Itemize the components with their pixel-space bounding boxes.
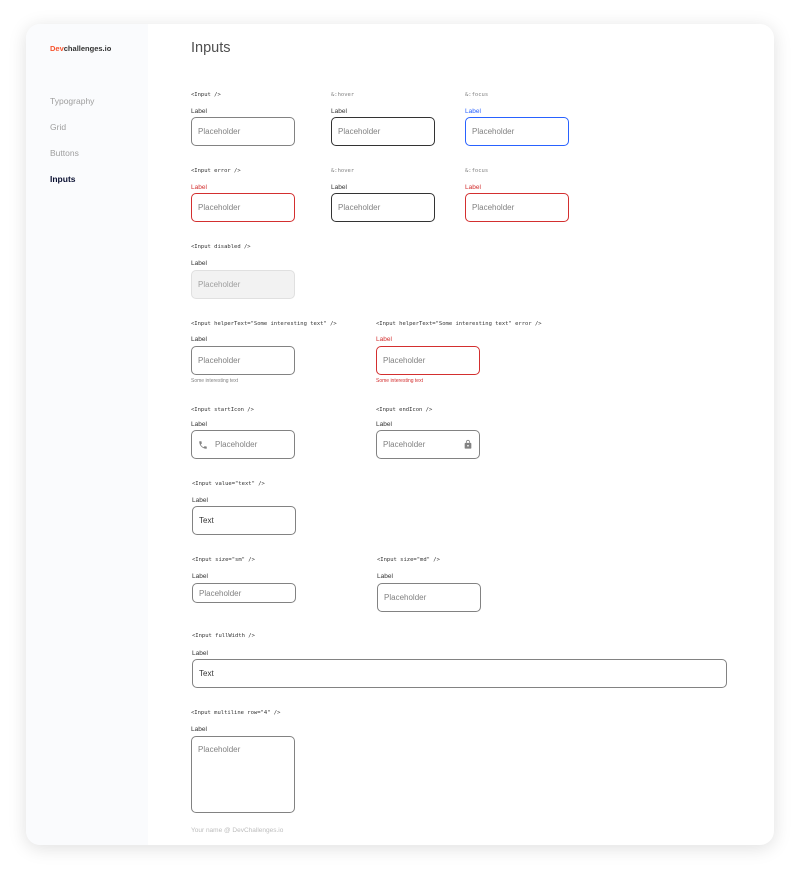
code-start-icon: <Input startIcon /> bbox=[191, 407, 254, 413]
input-placeholder: Placeholder bbox=[338, 127, 381, 136]
code-error-hover: &:hover bbox=[331, 168, 355, 174]
input-focus[interactable]: Placeholder bbox=[465, 117, 569, 146]
input-placeholder: Placeholder bbox=[472, 127, 515, 136]
input-end-icon[interactable]: Placeholder bbox=[376, 430, 480, 459]
code-helper: <Input helperText="Some interesting text… bbox=[191, 321, 337, 327]
input-value-text: Text bbox=[199, 669, 214, 678]
label-size-md: Label bbox=[377, 573, 393, 580]
sidebar: Devchallenges.io Typography Grid Buttons… bbox=[26, 24, 148, 845]
label-error-focus: Label bbox=[465, 184, 481, 191]
label-focus: Label bbox=[465, 108, 481, 115]
input-default[interactable]: Placeholder bbox=[191, 117, 295, 146]
code-helper-error: <Input helperText="Some interesting text… bbox=[376, 321, 542, 327]
sidebar-item-buttons[interactable]: Buttons bbox=[50, 148, 79, 158]
input-placeholder: Placeholder bbox=[383, 356, 426, 365]
input-value[interactable]: Text bbox=[192, 506, 296, 535]
code-hover: &:hover bbox=[331, 92, 355, 98]
page-title: Inputs bbox=[191, 40, 231, 56]
code-focus: &:focus bbox=[465, 92, 489, 98]
code-disabled: <Input disabled /> bbox=[191, 244, 251, 250]
code-error: <Input error /> bbox=[191, 168, 241, 174]
input-hover[interactable]: Placeholder bbox=[331, 117, 435, 146]
label-error-hover: Label bbox=[331, 184, 347, 191]
sidebar-item-inputs[interactable]: Inputs bbox=[50, 174, 76, 184]
sidebar-item-grid[interactable]: Grid bbox=[50, 122, 66, 132]
input-disabled: Placeholder bbox=[191, 270, 295, 299]
input-multiline[interactable]: Placeholder bbox=[191, 736, 295, 813]
input-helper-error[interactable]: Placeholder bbox=[376, 346, 480, 375]
input-placeholder: Placeholder bbox=[215, 440, 258, 449]
label-helper: Label bbox=[191, 336, 207, 343]
label-start-icon: Label bbox=[191, 421, 207, 428]
label-default: Label bbox=[191, 108, 207, 115]
input-value-text: Text bbox=[199, 516, 214, 525]
code-value: <Input value="text" /> bbox=[192, 481, 265, 487]
input-error-focus[interactable]: Placeholder bbox=[465, 193, 569, 222]
label-value: Label bbox=[192, 497, 208, 504]
input-error[interactable]: Placeholder bbox=[191, 193, 295, 222]
sidebar-item-typography[interactable]: Typography bbox=[50, 96, 94, 106]
input-size-sm[interactable]: Placeholder bbox=[192, 583, 296, 603]
input-placeholder: Placeholder bbox=[472, 203, 515, 212]
label-multiline: Label bbox=[191, 726, 207, 733]
helper-text-error: Some interesting text bbox=[376, 378, 423, 384]
input-full-width[interactable]: Text bbox=[192, 659, 727, 688]
label-end-icon: Label bbox=[376, 421, 392, 428]
code-full-width: <Input fullWidth /> bbox=[192, 633, 255, 639]
input-placeholder: Placeholder bbox=[383, 440, 426, 449]
logo[interactable]: Devchallenges.io bbox=[50, 44, 111, 53]
input-helper[interactable]: Placeholder bbox=[191, 346, 295, 375]
code-size-sm: <Input size="sm" /> bbox=[192, 557, 255, 563]
code-end-icon: <Input endIcon /> bbox=[376, 407, 433, 413]
code-size-md: <Input size="md" /> bbox=[377, 557, 440, 563]
footer-credit: Your name @ DevChallenges.io bbox=[191, 827, 284, 834]
input-error-hover[interactable]: Placeholder bbox=[331, 193, 435, 222]
code-default: <Input /> bbox=[191, 92, 221, 98]
input-placeholder: Placeholder bbox=[198, 356, 241, 365]
input-placeholder: Placeholder bbox=[384, 593, 427, 602]
helper-text: Some interesting text bbox=[191, 378, 238, 384]
logo-rest: challenges.io bbox=[63, 44, 112, 53]
input-placeholder: Placeholder bbox=[199, 588, 242, 598]
label-disabled: Label bbox=[191, 260, 207, 267]
input-placeholder: Placeholder bbox=[198, 203, 241, 212]
input-size-md[interactable]: Placeholder bbox=[377, 583, 481, 612]
label-error: Label bbox=[191, 184, 207, 191]
logo-brand: Dev bbox=[50, 44, 64, 53]
label-hover: Label bbox=[331, 108, 347, 115]
label-helper-error: Label bbox=[376, 336, 392, 343]
label-size-sm: Label bbox=[192, 573, 208, 580]
input-placeholder: Placeholder bbox=[338, 203, 381, 212]
code-error-focus: &:focus bbox=[465, 168, 489, 174]
main-card: Devchallenges.io Typography Grid Buttons… bbox=[26, 24, 774, 845]
input-placeholder: Placeholder bbox=[198, 745, 241, 754]
input-placeholder: Placeholder bbox=[198, 127, 241, 136]
lock-icon bbox=[463, 439, 473, 450]
input-start-icon[interactable]: Placeholder bbox=[191, 430, 295, 459]
input-placeholder: Placeholder bbox=[198, 280, 241, 289]
phone-icon bbox=[198, 440, 208, 450]
label-full-width: Label bbox=[192, 650, 208, 657]
code-multiline: <Input multiline row="4" /> bbox=[191, 710, 281, 716]
